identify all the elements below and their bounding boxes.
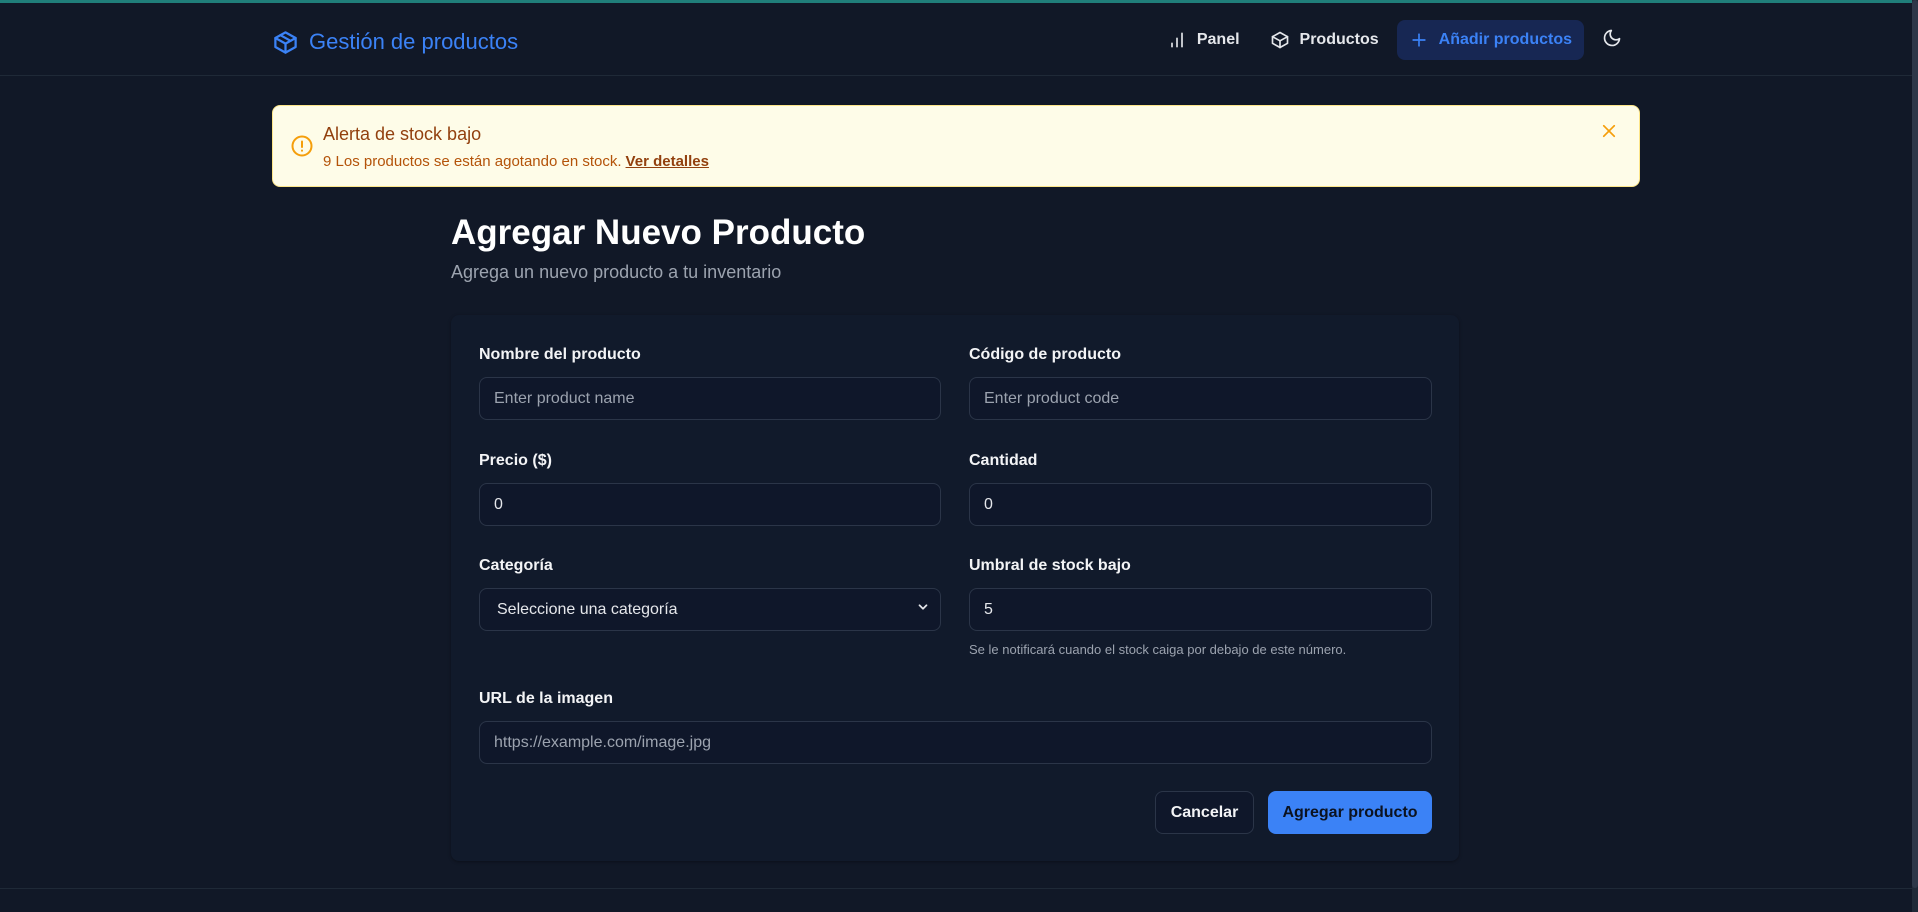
add-product-form: Nombre del producto Enter product name C… xyxy=(451,315,1459,861)
low-stock-threshold-label: Umbral de stock bajo xyxy=(969,557,1131,574)
scrollbar-track[interactable] xyxy=(1912,0,1918,912)
alert-title: Alerta de stock bajo xyxy=(323,124,482,144)
product-name-input[interactable]: Enter product name xyxy=(479,377,941,420)
category-selected-value: Seleccione una categoría xyxy=(497,600,678,618)
image-url-input[interactable]: https://example.com/image.jpg xyxy=(479,721,1432,764)
low-stock-hint: Se le notificará cuando el stock caiga p… xyxy=(969,642,1347,657)
main-nav: Panel Productos Añadir productos xyxy=(1155,20,1632,60)
page-subtitle: Agrega un nuevo producto a tu inventario xyxy=(451,262,782,282)
app-page: Gestión de productos Panel Productos Aña… xyxy=(0,0,1918,912)
quantity-label: Cantidad xyxy=(969,452,1038,469)
alert-circle-icon xyxy=(290,134,314,158)
app-title: Gestión de productos xyxy=(309,29,519,54)
box-icon xyxy=(272,29,299,56)
quantity-input[interactable]: 0 xyxy=(969,483,1432,526)
moon-icon xyxy=(1602,28,1622,53)
navbar: Gestión de productos Panel Productos Aña… xyxy=(0,3,1912,76)
category-select[interactable]: Seleccione una categoría xyxy=(479,588,941,631)
nav-item-productos[interactable]: Productos xyxy=(1258,20,1391,60)
nav-item-add-products[interactable]: Añadir productos xyxy=(1396,20,1584,60)
box-icon xyxy=(1270,30,1290,50)
alert-close-button[interactable] xyxy=(1597,121,1621,145)
price-input[interactable]: 0 xyxy=(479,483,941,526)
theme-toggle-button[interactable] xyxy=(1592,20,1632,60)
product-code-label: Código de producto xyxy=(969,346,1121,363)
nav-item-label: Productos xyxy=(1299,31,1379,48)
category-label: Categoría xyxy=(479,557,553,574)
plus-icon xyxy=(1409,30,1429,50)
cancel-button[interactable]: Cancelar xyxy=(1155,791,1254,834)
low-stock-alert: Alerta de stock bajo 9 Los productos se … xyxy=(272,105,1640,187)
alert-message: 9 Los productos se están agotando en sto… xyxy=(323,153,709,170)
alert-message-text: 9 Los productos se están agotando en sto… xyxy=(323,153,622,170)
footer-divider xyxy=(0,888,1912,889)
product-code-input[interactable]: Enter product code xyxy=(969,377,1432,420)
view-details-link[interactable]: Ver detalles xyxy=(626,153,709,170)
page-title: Agregar Nuevo Producto xyxy=(451,213,866,252)
brand-link[interactable]: Gestión de productos xyxy=(272,25,518,59)
chevron-down-icon xyxy=(916,600,930,619)
price-label: Precio ($) xyxy=(479,452,552,469)
nav-item-label: Panel xyxy=(1196,31,1240,48)
nav-item-label: Añadir productos xyxy=(1438,31,1572,48)
product-name-label: Nombre del producto xyxy=(479,346,641,363)
image-url-label: URL de la imagen xyxy=(479,690,613,707)
bar-chart-icon xyxy=(1167,30,1187,50)
add-product-button[interactable]: Agregar producto xyxy=(1268,791,1432,834)
close-icon xyxy=(1600,122,1618,145)
scrollbar-thumb[interactable] xyxy=(1912,0,1918,888)
low-stock-threshold-input[interactable]: 5 xyxy=(969,588,1432,631)
nav-item-panel[interactable]: Panel xyxy=(1155,20,1252,60)
